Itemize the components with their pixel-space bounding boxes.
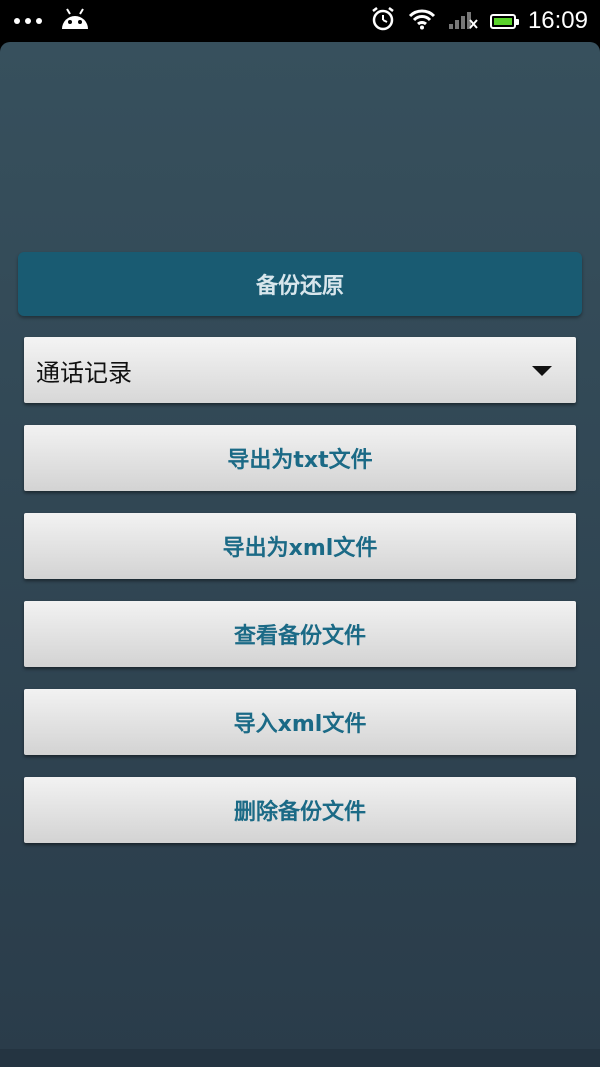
export-txt-button[interactable]: 导出为txt文件 [24,425,576,491]
wifi-icon [408,8,436,34]
android-icon [60,7,90,35]
chevron-down-icon [532,366,552,376]
record-type-dropdown[interactable]: 通话记录 [24,337,576,403]
status-bar-right: 16:09 [370,0,588,42]
status-bar: 16:09 [0,0,600,42]
signal-icon [448,8,478,34]
import-xml-button[interactable]: 导入xml文件 [24,689,576,755]
delete-backup-button[interactable]: 删除备份文件 [24,777,576,843]
status-bar-left [14,0,90,42]
status-time: 16:09 [527,7,588,34]
dropdown-selected-value: 通话记录 [36,358,132,387]
view-backup-button[interactable]: 查看备份文件 [24,601,576,667]
app-screen: 备份还原 通话记录 导出为txt文件 导出为xml文件 查看备份文件 导入xml… [0,42,600,1067]
export-xml-button[interactable]: 导出为xml文件 [24,513,576,579]
alarm-icon [370,6,396,36]
page-title: 备份还原 [18,252,582,316]
battery-icon [489,13,519,29]
more-dots-icon [14,18,42,24]
bottom-edge [0,1049,600,1067]
